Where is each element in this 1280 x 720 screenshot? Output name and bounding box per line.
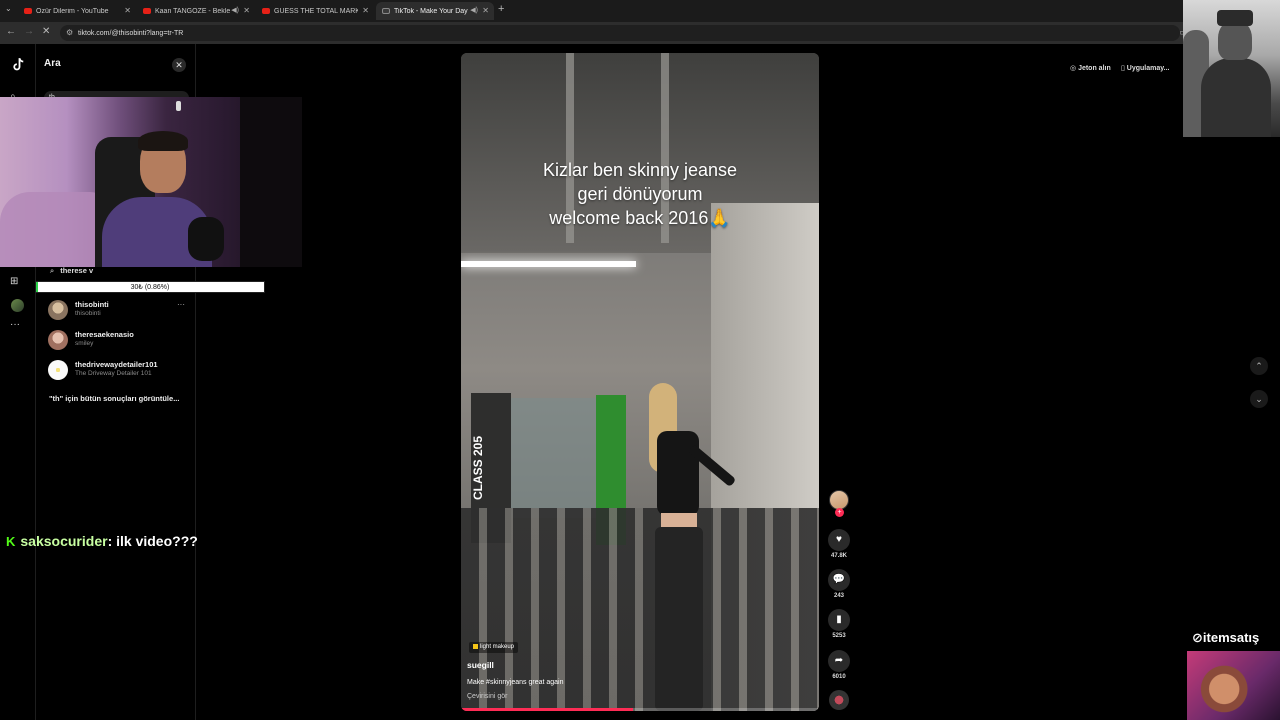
search-result-user[interactable]: theresaekenasio smiley bbox=[48, 328, 193, 356]
kick-badge-icon: K bbox=[6, 534, 16, 549]
video-caption: Kizlar ben skinny jeanse geri dönüyorum … bbox=[542, 160, 738, 228]
bookmark-count: 5253 bbox=[832, 633, 846, 639]
follow-plus-icon[interactable]: + bbox=[835, 508, 844, 517]
back-icon[interactable]: ← bbox=[6, 26, 16, 37]
share-icon: ➦ bbox=[828, 650, 850, 672]
effect-tag[interactable]: light makeup bbox=[469, 642, 519, 653]
video-author[interactable]: suegill bbox=[467, 660, 494, 670]
next-video-chevron-down-icon[interactable]: ⌄ bbox=[1250, 390, 1268, 408]
like-button[interactable]: ♥ 47.8K bbox=[827, 529, 851, 559]
donation-progress-text: 30₺ (0.86%) bbox=[130, 284, 170, 291]
previous-video-chevron-up-icon[interactable]: ⌃ bbox=[1250, 357, 1268, 375]
browser-tab-bar: ⌄ Özür Dilerim - YouTube ✕ Kaan TANGÖZE … bbox=[0, 0, 1280, 22]
streamer-webcam bbox=[0, 97, 302, 267]
tab-youtube-kaan-tangoze[interactable]: Kaan TANGÖZE - Bekle Dedi... ◀) ✕ bbox=[137, 2, 255, 20]
youtube-icon bbox=[143, 8, 151, 14]
stop-icon[interactable]: ✕ bbox=[42, 26, 50, 37]
comment-icon: 💬 bbox=[828, 569, 850, 591]
close-tab-icon[interactable]: ✕ bbox=[482, 6, 489, 15]
search-icon: ⌕ bbox=[50, 266, 55, 275]
tiktok-logo-icon[interactable] bbox=[9, 56, 27, 74]
forward-icon[interactable]: → bbox=[24, 26, 34, 37]
video-progress-bar[interactable] bbox=[461, 708, 819, 711]
donation-progress-bar: 30₺ (0.86%) bbox=[35, 281, 265, 293]
heart-icon: ♥ bbox=[828, 529, 850, 551]
author-avatar[interactable] bbox=[829, 490, 849, 510]
tiktok-icon bbox=[382, 8, 390, 14]
brand-mark-icon: ⊘ bbox=[1192, 630, 1203, 645]
comment-count: 243 bbox=[833, 593, 844, 599]
share-button[interactable]: ➦ 6010 bbox=[827, 650, 851, 680]
video-description: Make #skinnyjeans great again bbox=[467, 679, 564, 686]
youtube-icon bbox=[24, 8, 32, 14]
more-options-icon[interactable]: ··· bbox=[177, 300, 185, 309]
get-app-button[interactable]: ▯ Uygulamay... bbox=[1121, 64, 1169, 78]
site-info-icon[interactable]: ⚙ bbox=[66, 28, 73, 37]
bookmark-button[interactable]: ▮ 5253 bbox=[827, 609, 851, 639]
microphone bbox=[188, 217, 224, 261]
brand-logo: ⊘itemsatış bbox=[1192, 630, 1260, 645]
search-result-user[interactable]: thisobinti thisobinti ··· bbox=[48, 298, 193, 326]
speaker-icon[interactable]: ◀) bbox=[231, 6, 239, 14]
comment-button[interactable]: 💬 243 bbox=[827, 569, 851, 599]
share-count: 6010 bbox=[832, 674, 846, 680]
tiktok-video-player[interactable]: CLASS 205 Kizlar ben skinny jeanse geri … bbox=[461, 53, 819, 711]
close-tab-icon[interactable]: ✕ bbox=[243, 6, 250, 15]
upload-icon[interactable]: ⊞ bbox=[10, 276, 18, 287]
chat-text: ilk video??? bbox=[116, 533, 198, 549]
effect-icon bbox=[473, 643, 478, 649]
url-text: tiktok.com/@thisobinti?lang=tr-TR bbox=[78, 29, 184, 37]
more-icon[interactable]: ··· bbox=[10, 319, 20, 330]
tab-tiktok[interactable]: TikTok - Make Your Day ◀) ✕ bbox=[376, 2, 494, 20]
tab-youtube-guess-market[interactable]: GUESS THE TOTAL MARKET VAL ✕ bbox=[256, 2, 374, 20]
chat-username: saksocurider bbox=[20, 533, 108, 549]
chat-message: Ksaksocurider: ilk video??? bbox=[6, 533, 198, 549]
cat-image-overlay bbox=[1187, 651, 1280, 720]
see-translation-link[interactable]: Çevirisini gör bbox=[467, 693, 507, 700]
close-tab-icon[interactable]: ✕ bbox=[362, 6, 369, 15]
get-coins-button[interactable]: ◎ Jeton alın bbox=[1070, 64, 1111, 78]
avatar bbox=[48, 360, 68, 380]
profile-avatar[interactable] bbox=[11, 299, 24, 312]
music-disc-icon[interactable] bbox=[829, 690, 849, 710]
close-icon[interactable]: ✕ bbox=[172, 58, 186, 72]
address-bar-row: ← → ✕ ⚙ tiktok.com/@thisobinti?lang=tr-T… bbox=[0, 22, 1280, 44]
like-count: 47.8K bbox=[830, 553, 847, 559]
recent-search-item[interactable]: ⌕ therese v bbox=[50, 266, 93, 276]
view-all-results-link[interactable]: "th" için bütün sonuçları görüntüle... bbox=[49, 394, 179, 403]
close-tab-icon[interactable]: ✕ bbox=[124, 6, 131, 15]
tab-youtube-ozur-dilerim[interactable]: Özür Dilerim - YouTube ✕ bbox=[18, 2, 136, 20]
avatar bbox=[48, 330, 68, 350]
panel-title: Ara bbox=[44, 58, 61, 69]
search-result-user[interactable]: thedrivewaydetailer101 The Driveway Deta… bbox=[48, 358, 193, 386]
dancer bbox=[641, 383, 737, 711]
avatar bbox=[48, 300, 68, 320]
bookmark-icon: ▮ bbox=[828, 609, 850, 631]
youtube-icon bbox=[262, 8, 270, 14]
new-tab-icon[interactable]: + bbox=[498, 3, 504, 15]
url-field[interactable]: ⚙ tiktok.com/@thisobinti?lang=tr-TR bbox=[60, 25, 1180, 41]
speaker-icon[interactable]: ◀) bbox=[470, 6, 478, 14]
tab-list-chevron-icon[interactable]: ⌄ bbox=[5, 4, 12, 13]
portrait-photo-overlay bbox=[1183, 0, 1280, 137]
